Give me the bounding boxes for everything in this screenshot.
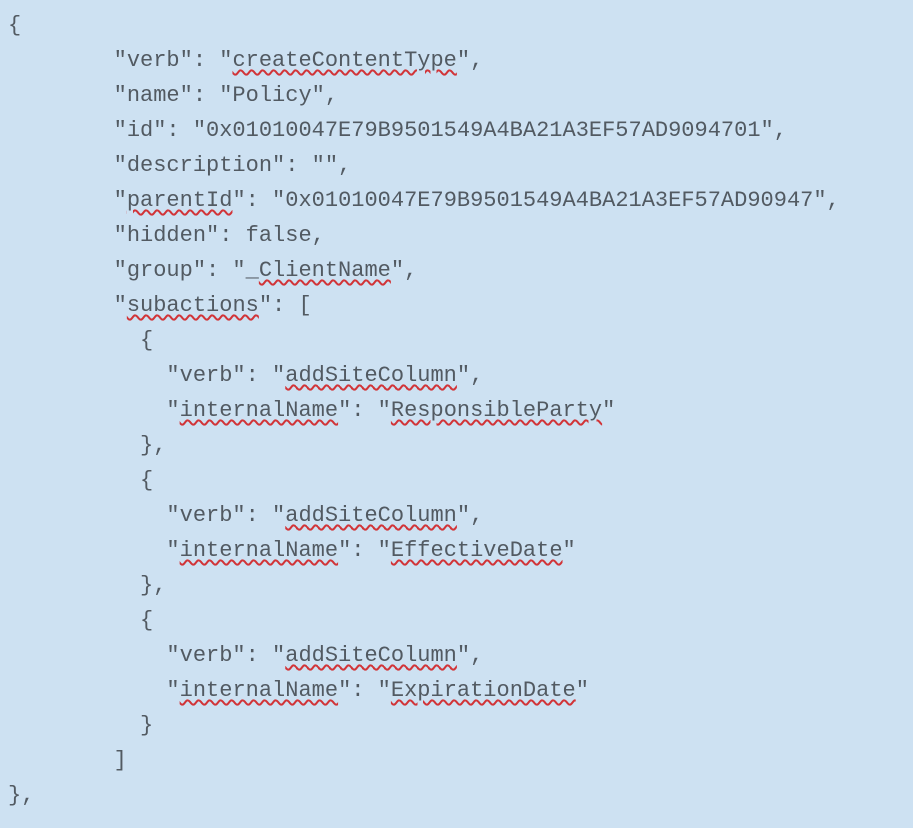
sub3-close: } <box>8 713 153 738</box>
line-id: "id": "0x01010047E79B9501549A4BA21A3EF57… <box>8 118 787 143</box>
sub1-verb-value: addSiteColumn <box>285 363 457 388</box>
sub2-open: { <box>8 468 153 493</box>
array-close: ] <box>8 748 127 773</box>
brace-close: }, <box>8 783 34 808</box>
sub1-close: }, <box>8 433 166 458</box>
line-parentid: "parentId": "0x01010047E79B9501549A4BA21… <box>8 188 840 213</box>
sub3-iname-key: internalName <box>180 678 338 703</box>
line-hidden: "hidden": false, <box>8 223 325 248</box>
sub3-iname: "internalName": "ExpirationDate" <box>8 678 589 703</box>
sub1-iname-key: internalName <box>180 398 338 423</box>
line-subactions: "subactions": [ <box>8 293 312 318</box>
sub2-verb-value: addSiteColumn <box>285 503 457 528</box>
sub2-iname-value: EffectiveDate <box>391 538 563 563</box>
sub2-verb: "verb": "addSiteColumn", <box>8 503 483 528</box>
sub3-open: { <box>8 608 153 633</box>
line-name: "name": "Policy", <box>8 83 338 108</box>
sub1-open: { <box>8 328 153 353</box>
subactions-key: subactions <box>127 293 259 318</box>
line-verb: "verb": "createContentType", <box>8 48 483 73</box>
group-value: ClientName <box>259 258 391 283</box>
sub1-iname-value: ResponsibleParty <box>391 398 602 423</box>
brace-open: { <box>8 13 21 38</box>
sub2-iname-key: internalName <box>180 538 338 563</box>
verb-value: createContentType <box>232 48 456 73</box>
sub1-verb: "verb": "addSiteColumn", <box>8 363 483 388</box>
sub3-iname-value: ExpirationDate <box>391 678 576 703</box>
sub2-close: }, <box>8 573 166 598</box>
parentid-key: parentId <box>127 188 233 213</box>
sub1-iname: "internalName": "ResponsibleParty" <box>8 398 615 423</box>
json-code-block: { "verb": "createContentType", "name": "… <box>0 0 913 813</box>
line-description: "description": "", <box>8 153 351 178</box>
line-group: "group": "_ClientName", <box>8 258 417 283</box>
sub3-verb: "verb": "addSiteColumn", <box>8 643 483 668</box>
sub2-iname: "internalName": "EffectiveDate" <box>8 538 576 563</box>
sub3-verb-value: addSiteColumn <box>285 643 457 668</box>
